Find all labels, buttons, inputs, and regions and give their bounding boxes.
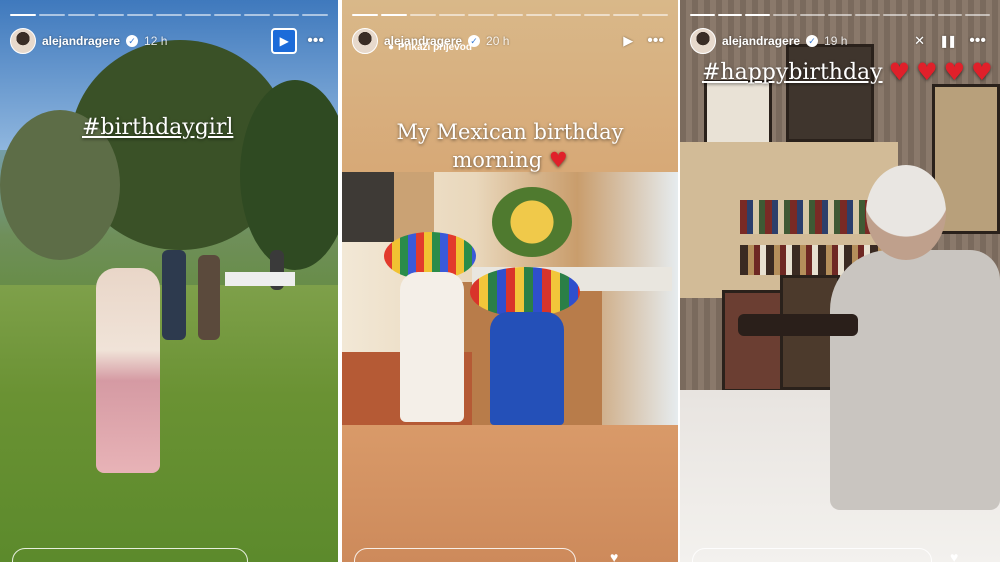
progress-segment <box>410 14 436 16</box>
translate-label: Prikaži prijevod <box>398 42 472 53</box>
progress-segment <box>352 14 378 16</box>
progress-segment <box>155 14 183 16</box>
story-header: alejandragere ✓ 12 h ▶ ••• <box>10 26 328 56</box>
child-in-white <box>400 272 464 422</box>
story-progress <box>352 14 668 16</box>
play-icon[interactable]: ▶ <box>619 33 637 49</box>
progress-segment <box>272 14 299 16</box>
progress-segment <box>439 14 465 16</box>
heart-emoji-icon: ♥ <box>548 148 568 172</box>
progress-segment <box>185 14 212 16</box>
progress-segment <box>243 14 270 16</box>
kitchen-photo <box>342 172 678 425</box>
story-caption: My Mexican birthday morning ♥ <box>342 118 678 174</box>
post-time: 12 h <box>144 34 168 48</box>
progress-segment <box>937 14 963 16</box>
reply-input[interactable] <box>692 548 932 562</box>
progress-segment <box>965 14 991 16</box>
like-heart-icon[interactable]: ♥ <box>950 550 966 562</box>
caption-text: #happybirthday <box>702 59 883 85</box>
reply-input[interactable] <box>354 548 576 562</box>
heart-emoji-icon: ♥ <box>971 58 993 86</box>
progress-segment <box>800 14 825 16</box>
like-heart-icon[interactable]: ♥ <box>610 550 626 562</box>
globe-icon: ● <box>388 42 395 53</box>
heart-emoji-icon: ♥ <box>916 58 938 86</box>
progress-segment <box>497 14 523 16</box>
story-header: alejandragere ✓ 19 h ✕ ❚❚ ••• <box>690 26 990 56</box>
progress-segment <box>468 14 494 16</box>
verified-badge-icon: ✓ <box>126 35 139 47</box>
post-time: 19 h <box>824 34 848 48</box>
pause-icon[interactable]: ❚❚ <box>935 33 959 49</box>
caption-line-2: morning ♥ <box>342 146 678 174</box>
verified-badge-icon: ✓ <box>806 35 819 47</box>
guest <box>198 255 220 340</box>
woman-in-pink-skirt <box>96 268 160 473</box>
progress-segment <box>555 14 581 16</box>
progress-segment <box>613 14 639 16</box>
progress-segment <box>855 14 880 16</box>
avatar[interactable] <box>352 28 378 54</box>
story-background <box>342 425 678 562</box>
progress-segment <box>526 14 552 16</box>
progress-segment <box>827 14 853 16</box>
progress-segment <box>301 14 329 16</box>
progress-segment <box>126 14 153 16</box>
story-progress <box>690 14 991 16</box>
more-options-icon[interactable]: ••• <box>965 33 990 49</box>
progress-segment <box>97 14 124 16</box>
child-in-blue <box>490 312 564 425</box>
progress-segment <box>717 14 743 16</box>
heart-emoji-icon: ♥ <box>943 58 966 86</box>
username[interactable]: alejandragere <box>722 34 800 48</box>
story-panel-2[interactable]: alejandragere ✓ 20 h ▶ ••• ● Prikaži pri… <box>342 0 678 562</box>
username[interactable]: alejandragere <box>42 34 120 48</box>
guest <box>162 250 186 340</box>
play-icon[interactable]: ▶ <box>271 28 298 54</box>
man-gray-shirt <box>830 250 1000 510</box>
caption-line-1: My Mexican birthday <box>396 120 624 144</box>
progress-segment <box>910 14 935 16</box>
story-caption: #birthdaygirl <box>82 115 234 140</box>
progress-segment <box>882 14 908 16</box>
reply-input[interactable] <box>12 548 248 562</box>
cabinet <box>342 172 400 242</box>
progress-segment <box>642 14 668 16</box>
guitar <box>738 314 858 336</box>
flower-arrangement <box>492 187 572 257</box>
progress-segment <box>381 14 407 16</box>
progress-segment <box>214 14 241 16</box>
progress-segment <box>690 14 715 16</box>
story-panel-3[interactable]: alejandragere ✓ 19 h ✕ ❚❚ ••• #happybirt… <box>680 0 1000 562</box>
more-options-icon[interactable]: ••• <box>643 33 668 49</box>
progress-segment <box>584 14 610 16</box>
post-time: 20 h <box>486 34 510 48</box>
progress-segment <box>68 14 95 16</box>
progress-segment <box>745 14 770 16</box>
heart-emoji-icon: ♥ <box>888 58 911 86</box>
caption-line-2-text: morning <box>452 148 543 172</box>
man-head <box>866 165 946 260</box>
story-panel-1[interactable]: alejandragere ✓ 12 h ▶ ••• #birthdaygirl <box>0 0 338 562</box>
story-progress <box>10 14 329 16</box>
avatar[interactable] <box>10 28 36 54</box>
avatar[interactable] <box>690 28 716 54</box>
progress-segment <box>39 14 66 16</box>
table <box>225 272 295 286</box>
sombrero-hat <box>470 267 580 317</box>
mute-icon[interactable]: ✕ <box>910 33 929 49</box>
translate-link[interactable]: ● Prikaži prijevod <box>388 42 472 53</box>
more-options-icon[interactable]: ••• <box>303 33 328 49</box>
story-caption: #happybirthday ♥ ♥ ♥ ♥ <box>702 58 993 86</box>
progress-segment <box>10 14 37 16</box>
framed-art <box>704 80 772 146</box>
tree-canopy <box>240 80 338 270</box>
progress-segment <box>772 14 798 16</box>
